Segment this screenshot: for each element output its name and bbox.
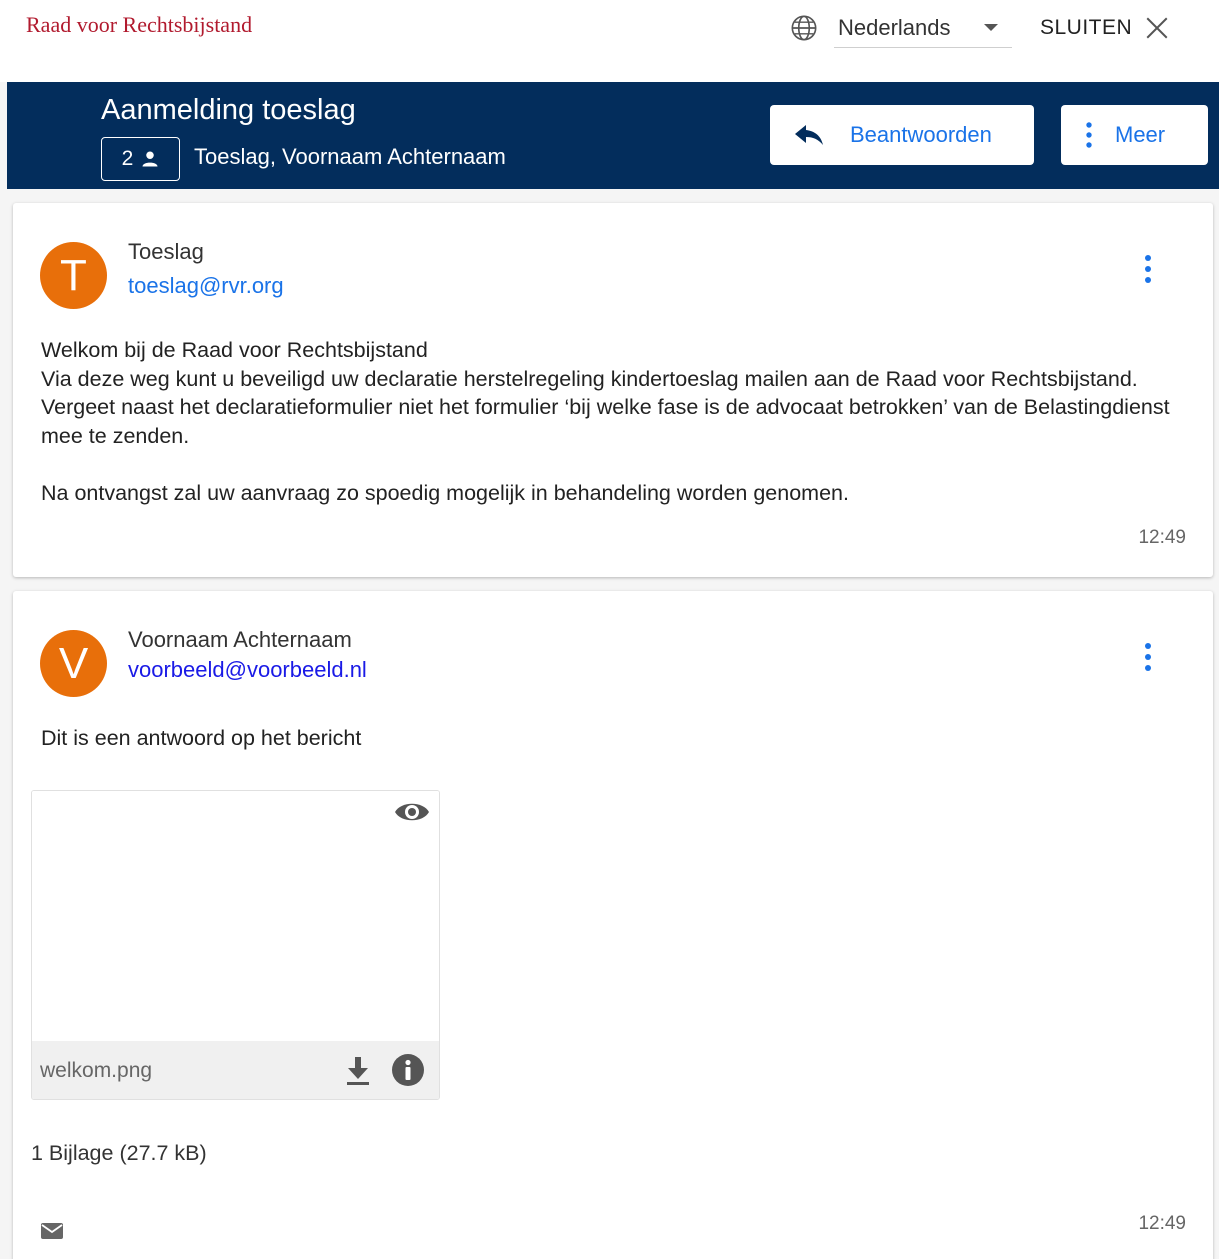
close-button[interactable]: SLUITEN [1040, 12, 1170, 44]
top-bar: Raad voor Rechtsbijstand Nederlands SLUI… [0, 0, 1219, 82]
close-icon [1146, 17, 1168, 39]
reply-button[interactable]: Beantwoorden [770, 105, 1034, 165]
participants-count: 2 [121, 147, 134, 170]
close-label: SLUITEN [1040, 16, 1133, 39]
more-vertical-icon[interactable] [1139, 641, 1157, 675]
more-label: Meer [1115, 122, 1166, 147]
message-body: Welkom bij de Raad voor Rechtsbijstand V… [41, 336, 1181, 507]
message-paragraph: Na ontvangst zal uw aanvraag zo spoedig … [41, 480, 849, 505]
conversation-header: Aanmelding toeslag 2 Toeslag, Voornaam A… [7, 82, 1219, 189]
attachment-name: welkom.png [40, 1059, 153, 1082]
message-paragraph: Welkom bij de Raad voor Rechtsbijstand [41, 338, 428, 362]
message-body: Dit is een antwoord op het bericht [41, 726, 362, 750]
more-button[interactable]: Meer [1061, 105, 1208, 165]
message-card: T Toeslag toeslag@rvr.org Welkom bij de … [13, 203, 1213, 577]
language-value: Nederlands [838, 14, 951, 40]
more-vertical-icon[interactable] [1139, 253, 1157, 287]
reply-icon [795, 125, 823, 145]
sender-email[interactable]: voorbeeld@voorbeeld.nl [128, 657, 367, 683]
eye-icon[interactable] [393, 797, 431, 827]
logo: Raad voor Rechtsbijstand [26, 12, 253, 37]
attachment-preview[interactable] [32, 791, 439, 1041]
sender-name: Voornaam Achternaam [128, 627, 352, 652]
message-time: 12:49 [1138, 1213, 1186, 1234]
conversation-title: Aanmelding toeslag [101, 94, 356, 126]
attachment-summary: 1 Bijlage (27.7 kB) [31, 1141, 207, 1165]
mail-icon [41, 1223, 63, 1239]
language-dropdown[interactable]: Nederlands [834, 8, 1012, 48]
download-icon[interactable] [344, 1055, 372, 1087]
chevron-down-icon [984, 24, 998, 31]
message-time: 12:49 [1138, 527, 1186, 548]
sender-name: Toeslag [128, 239, 204, 264]
participants-badge[interactable]: 2 [101, 137, 180, 181]
reply-label: Beantwoorden [850, 122, 992, 147]
avatar: V [40, 630, 107, 697]
message-paragraph: Via deze weg kunt u beveiligd uw declara… [41, 366, 1170, 448]
sender-email[interactable]: toeslag@rvr.org [128, 273, 284, 299]
globe-icon [791, 15, 817, 41]
attachment-footer: welkom.png [32, 1041, 439, 1099]
info-icon[interactable] [391, 1053, 425, 1087]
participants-names: Toeslag, Voornaam Achternaam [194, 144, 506, 169]
attachment-card[interactable]: welkom.png [31, 790, 440, 1100]
message-card: V Voornaam Achternaam voorbeeld@voorbeel… [13, 591, 1213, 1259]
person-icon [142, 151, 158, 167]
language-selector[interactable]: Nederlands [790, 8, 1012, 48]
avatar: T [40, 242, 107, 309]
more-vertical-icon [1086, 122, 1092, 148]
